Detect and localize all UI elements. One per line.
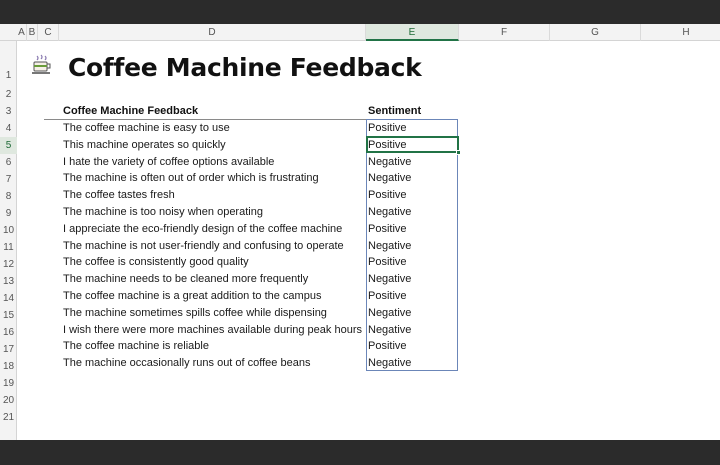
row-header-14[interactable]: 14 [0,290,17,307]
row-header-5[interactable]: 5 [0,137,17,154]
row-header-19[interactable]: 19 [0,375,17,392]
page-title: Coffee Machine Feedback [68,53,422,82]
feedback-cell[interactable]: I hate the variety of coffee options ava… [63,156,274,168]
column-header-e[interactable]: E [366,24,459,41]
feedback-cell[interactable]: The machine needs to be cleaned more fre… [63,273,308,285]
table-header-sentiment: Sentiment [368,105,422,117]
row-header-1[interactable]: 1 [0,65,17,86]
feedback-cell[interactable]: The machine occasionally runs out of cof… [63,357,310,369]
column-header-c[interactable]: C [38,24,59,41]
feedback-cell[interactable]: The coffee machine is reliable [63,340,209,352]
column-header-f[interactable]: F [459,24,550,41]
row-header-12[interactable]: 12 [0,256,17,273]
row-header-3[interactable]: 3 [0,103,17,120]
window-bottom-bar [0,440,720,465]
feedback-cell[interactable]: This machine operates so quickly [63,139,226,151]
feedback-cell[interactable]: The coffee machine is a great addition t… [63,290,321,302]
fill-handle[interactable] [456,150,461,155]
feedback-cell[interactable]: The machine sometimes spills coffee whil… [63,307,327,319]
row-header-15[interactable]: 15 [0,307,17,324]
sentiment-range-border [366,119,458,371]
row-header-4[interactable]: 4 [0,120,17,137]
feedback-cell[interactable]: The machine is not user-friendly and con… [63,240,344,252]
window-top-bar [0,0,720,24]
column-header-h[interactable]: H [641,24,720,41]
row-header-8[interactable]: 8 [0,188,17,205]
spreadsheet-grid[interactable]: A B C D E F G H 1 2 3 4 5 6 7 8 9 10 11 12 13 14 15 16 1… [0,24,720,440]
feedback-cell[interactable]: I appreciate the eco-friendly design of … [63,223,342,235]
row-header-2[interactable]: 2 [0,86,17,103]
row-header-6[interactable]: 6 [0,154,17,171]
feedback-cell[interactable]: The coffee tastes fresh [63,189,175,201]
row-header-7[interactable]: 7 [0,171,17,188]
column-header-a[interactable]: A [17,24,27,41]
feedback-cell[interactable]: The coffee machine is easy to use [63,122,230,134]
row-header-11[interactable]: 11 [0,239,17,256]
column-header-d[interactable]: D [59,24,366,41]
coffee-cup-icon [32,54,51,74]
column-header-bar: A B C D E F G H [0,24,720,41]
row-header-20[interactable]: 20 [0,392,17,409]
column-header-b[interactable]: B [27,24,38,41]
row-header-9[interactable]: 9 [0,205,17,222]
row-header-16[interactable]: 16 [0,324,17,341]
row-header-21[interactable]: 21 [0,409,17,426]
row-header-17[interactable]: 17 [0,341,17,358]
feedback-cell[interactable]: I wish there were more machines availabl… [63,324,362,336]
row-header-10[interactable]: 10 [0,222,17,239]
column-header-g[interactable]: G [550,24,641,41]
row-header-18[interactable]: 18 [0,358,17,375]
row-header-13[interactable]: 13 [0,273,17,290]
feedback-cell[interactable]: The machine is too noisy when operating [63,206,263,218]
table-header-feedback: Coffee Machine Feedback [63,105,199,117]
feedback-cell[interactable]: The machine is often out of order which … [63,172,319,184]
active-cell-e5[interactable] [366,136,461,155]
feedback-cell[interactable]: The coffee is consistently good quality [63,256,249,268]
